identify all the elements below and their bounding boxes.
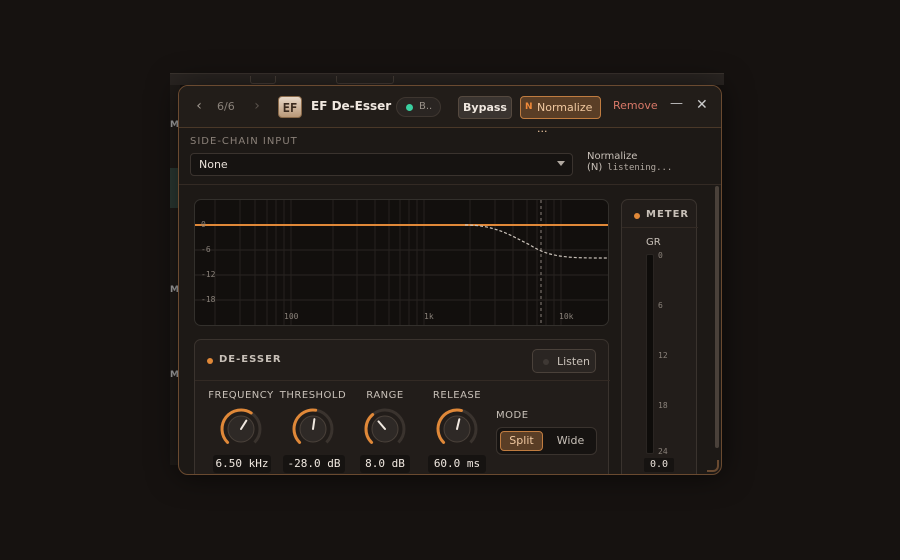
frequency-response-graph[interactable]: 0 -6 -12 -18 100 1k 10k: [194, 199, 609, 326]
y-tick-label: -18: [201, 295, 216, 304]
x-tick-label: 1k: [424, 312, 434, 321]
section-divider: [179, 184, 721, 185]
frequency-label: FREQUENCY: [208, 390, 274, 401]
y-tick-label: -12: [201, 270, 216, 279]
listen-button[interactable]: Listen: [532, 349, 596, 373]
normalize-badge: N: [525, 102, 533, 112]
previous-plugin-button[interactable]: ‹: [192, 98, 206, 114]
gain-reduction-label: GR: [646, 237, 661, 248]
meter-title: METER: [646, 209, 690, 220]
x-tick-label: 100: [284, 312, 299, 321]
plugin-logo: EF: [278, 96, 302, 118]
plugin-title: EF De-Esser: [311, 99, 392, 113]
range-value[interactable]: 8.0 dB: [360, 455, 410, 473]
normalize-button[interactable]: N Normalize ...: [520, 96, 601, 135]
frequency-knob[interactable]: [218, 406, 264, 452]
host-track-bar: [170, 168, 178, 208]
gain-reduction-value: 0.0: [644, 458, 674, 472]
gain-reduction-curve: [464, 224, 608, 259]
gain-reduction-meter: [646, 254, 654, 454]
panel-scrollbar[interactable]: [715, 186, 719, 448]
threshold-label: THRESHOLD: [279, 390, 347, 401]
status-pill-label: B..: [419, 101, 433, 112]
knob-pointer: [312, 418, 316, 430]
normalize-status-value: listening...: [607, 163, 673, 173]
mode-split-option[interactable]: Split: [500, 431, 543, 451]
meter-divider: [622, 227, 698, 228]
normalize-label: Normalize ...: [537, 101, 593, 135]
listen-label: Listen: [557, 355, 590, 368]
meter-tick-label: 6: [658, 301, 663, 310]
threshold-value[interactable]: -28.0 dB: [283, 455, 345, 473]
status-dot-icon: [406, 104, 413, 111]
status-pill[interactable]: B..: [396, 97, 441, 117]
close-button[interactable]: ✕: [696, 97, 708, 113]
threshold-knob[interactable]: [290, 406, 336, 452]
meter-tick-label: 24: [658, 447, 668, 456]
resize-grip-icon[interactable]: [707, 460, 719, 472]
y-tick-label: -6: [201, 245, 211, 254]
section-dot-icon: [207, 358, 213, 364]
release-label: RELEASE: [432, 390, 482, 401]
meter-tick-label: 0: [658, 251, 663, 260]
meter-tick-label: 12: [658, 351, 668, 360]
response-curve-svg: [195, 200, 608, 325]
plugin-titlebar: ‹ 6/6 › EF EF De-Esser B.. Bypass N Norm…: [179, 86, 721, 135]
host-track-strip: [170, 73, 724, 85]
plugin-index: 6/6: [217, 100, 235, 113]
frequency-value[interactable]: 6.50 kHz: [213, 455, 271, 473]
sidechain-selected-value: None: [199, 158, 228, 171]
host-track-tab: [250, 76, 276, 84]
bypass-button[interactable]: Bypass: [458, 96, 512, 119]
release-knob[interactable]: [434, 406, 480, 452]
panel-divider: [195, 380, 610, 381]
mode-label: MODE: [496, 410, 529, 421]
y-tick-label: 0: [201, 220, 206, 229]
sidechain-label: SIDE-CHAIN INPUT: [190, 136, 298, 147]
mode-wide-option[interactable]: Wide: [549, 431, 592, 451]
plugin-window: ‹ 6/6 › EF EF De-Esser B.. Bypass N Norm…: [178, 85, 722, 475]
normalize-status: Normalize (N) listening...: [587, 151, 721, 173]
range-label: RANGE: [366, 390, 404, 401]
x-tick-label: 10k: [559, 312, 574, 321]
meter-panel: METER GR 0 6 12 18 24 0.0: [621, 199, 698, 474]
chevron-down-icon: [557, 161, 565, 166]
section-dot-icon: [634, 213, 640, 219]
meter-tick-label: 18: [658, 401, 668, 410]
listen-led-icon: [543, 359, 549, 365]
next-plugin-button[interactable]: ›: [250, 98, 264, 114]
sidechain-select[interactable]: None: [190, 153, 573, 176]
deesser-title: DE-ESSER: [219, 354, 282, 365]
deesser-panel: DE-ESSER Listen FREQUENCY 6.50 kHz THRES…: [194, 339, 610, 474]
range-knob[interactable]: [362, 406, 408, 452]
host-track-tab: [336, 76, 394, 84]
remove-button[interactable]: Remove: [613, 99, 658, 112]
mode-toggle: Split Wide: [496, 427, 597, 455]
minimize-button[interactable]: —: [670, 96, 683, 111]
release-value[interactable]: 60.0 ms: [428, 455, 486, 473]
